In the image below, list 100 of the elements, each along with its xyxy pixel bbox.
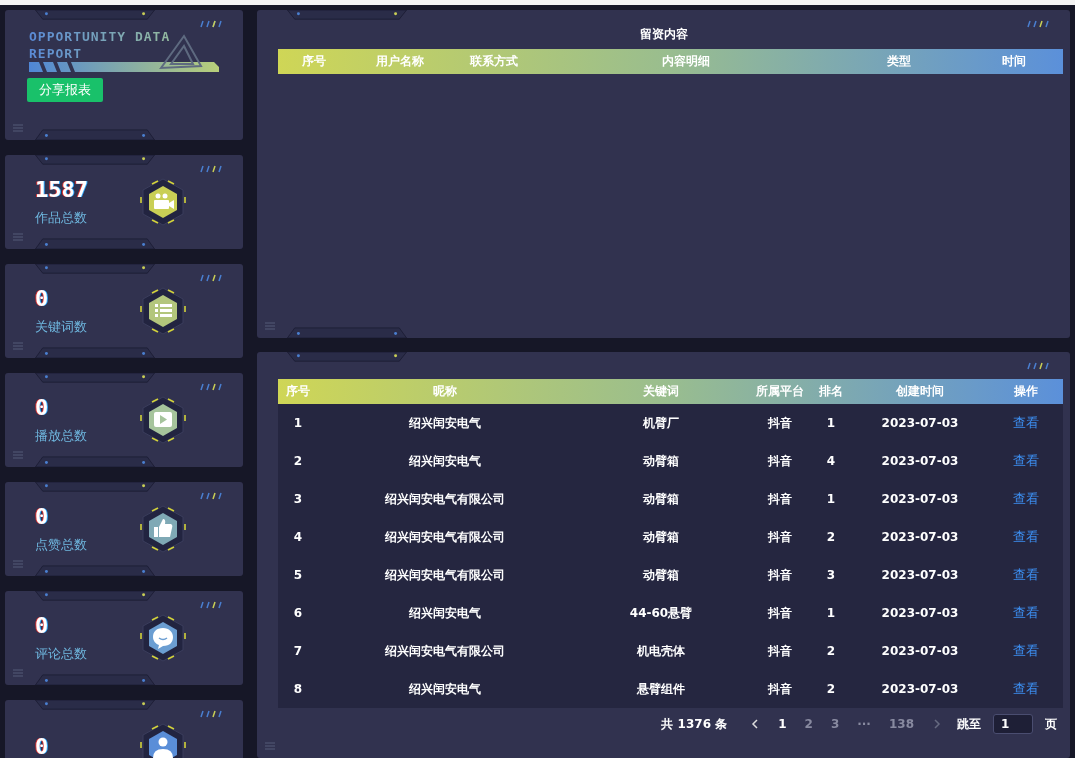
stat-label: 评论总数 [35,645,87,663]
table-cell-text: 1 [292,416,304,430]
stat-value: 0 [35,286,50,312]
column-header: 序号 [285,383,311,400]
table-cell-text: 绍兴闰安电气有限公司 [384,490,506,508]
table-cell-text: 机电壳体 [636,642,686,660]
table-cell-text: 绍兴闰安电气 [408,680,482,698]
page-number[interactable]: 138 [888,717,914,731]
stat-value: 0 [35,613,50,639]
slash-marks [199,383,223,391]
stat-label: 关键词数 [35,318,87,336]
column-header: 昵称 [432,383,458,400]
table-cell-text: 2023-07-03 [880,644,960,658]
table-cell-text: 机臂厂 [642,414,680,432]
previous-page-icon[interactable] [751,718,760,730]
table-cell-text: 抖音 [767,566,793,584]
column-header: 所属平台 [755,383,805,400]
table-cell-text: 动臂箱 [642,566,680,584]
table-cell-text: 绍兴闰安电气有限公司 [384,566,506,584]
view-link[interactable]: 查看 [1012,452,1039,470]
table-cell-text: 绍兴闰安电气有限公司 [384,642,506,660]
column-header: 内容明细 [661,53,711,70]
column-header: 类型 [886,53,912,70]
table-cell-text: 2 [825,644,837,658]
view-link[interactable]: 查看 [1012,642,1039,660]
table-cell-text: 抖音 [767,604,793,622]
slash-marks [1026,20,1050,28]
table-cell-text: 2023-07-03 [880,568,960,582]
stat-label: 点赞总数 [35,536,87,554]
page-input[interactable]: 1 [993,714,1033,734]
total-count: 共 1376 条 [661,715,728,733]
table-cell-text: 动臂箱 [642,452,680,470]
column-header: 联系方式 [468,53,519,70]
slash-marks [199,710,223,718]
slash-marks [199,492,223,500]
table-cell-text: 2 [825,530,837,544]
table-cell-text: 2023-07-03 [880,606,960,620]
stat-value: 0 [35,734,49,758]
column-header: 时间 [1000,53,1027,70]
column-header: 关键词 [642,383,680,400]
slash-marks [199,20,223,28]
column-header: 操作 [1012,383,1039,400]
slash-marks [199,165,223,173]
table-cell-text: 绍兴闰安电气 [408,414,482,432]
table-cell-text: 2023-07-03 [880,682,960,696]
table-cell-text: 2023-07-03 [880,454,960,468]
slash-marks [1026,362,1050,370]
table-cell-text: 2 [825,682,837,696]
table-cell-text: 抖音 [767,642,793,660]
table-cell-text: 悬臂组件 [636,680,686,698]
page-number[interactable]: 1 [778,717,787,731]
slash-marks [199,274,223,282]
table-cell-text: 2023-07-03 [880,492,960,506]
page-number[interactable]: ··· [857,717,871,731]
column-header: 序号 [301,53,327,70]
page-number[interactable]: 2 [804,717,813,731]
table-cell-text: 2023-07-03 [880,530,960,544]
table-cell-text: 7 [292,644,304,658]
table-cell-text: 抖音 [767,680,793,698]
stat-label: 播放总数 [35,427,87,445]
share-report-button[interactable]: 分享报表 [27,78,103,102]
table-cell-text: 44-60悬臂 [628,604,694,622]
table-cell-text: 5 [292,568,304,582]
jump-label: 跳至 [957,715,981,733]
table-cell-text: 1 [825,606,837,620]
stat-value: 1587 [35,177,88,203]
table-cell-text: 抖音 [767,528,793,546]
table-cell-text: 绍兴闰安电气 [408,604,482,622]
column-header: 创建时间 [895,383,945,400]
view-link[interactable]: 查看 [1012,566,1039,584]
view-link[interactable]: 查看 [1012,604,1039,622]
table-cell-text: 2023-07-03 [880,416,960,430]
table-cell-text: 8 [292,682,304,696]
table-cell-text: 3 [292,492,304,506]
table-cell-text: 6 [292,606,304,620]
view-link[interactable]: 查看 [1012,414,1039,432]
view-link[interactable]: 查看 [1012,490,1039,508]
page-number[interactable]: 3 [830,717,840,731]
table-cell-text: 抖音 [767,414,793,432]
column-header: 用户名称 [375,53,425,70]
stat-value: 0 [35,504,50,530]
view-link[interactable]: 查看 [1012,680,1039,698]
stat-label: 作品总数 [35,209,88,227]
table-cell-text: 2 [292,454,304,468]
table-cell-text: 动臂箱 [642,490,680,508]
table-cell-text: 4 [292,530,304,544]
table-cell-text: 1 [825,492,837,506]
column-header: 排名 [818,383,844,400]
table-cell-text: 1 [825,416,837,430]
table-cell-text: 动臂箱 [642,528,680,546]
table-cell-text: 抖音 [767,490,793,508]
table-cell-text: 绍兴闰安电气有限公司 [384,528,506,546]
page-suffix: 页 [1045,715,1057,733]
panel-title: 留资内容 [638,26,689,43]
view-link[interactable]: 查看 [1012,528,1039,546]
slash-marks [199,601,223,609]
table-cell-text: 绍兴闰安电气 [408,452,482,470]
table-cell-text: 抖音 [767,452,793,470]
table-cell-text: 3 [825,568,837,582]
table-cell-text: 4 [825,454,837,468]
